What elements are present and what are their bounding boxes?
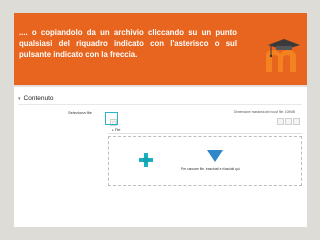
section-title: Contenuto <box>23 95 54 102</box>
instruction-banner: .... o copiandolo da un archivio cliccan… <box>14 13 307 85</box>
folder-name: File <box>114 128 121 132</box>
view-list-icon[interactable] <box>285 118 292 125</box>
drop-hint-text: Per caricare file, trascinali e rilascia… <box>181 167 241 171</box>
highlight-box <box>105 112 118 125</box>
asterisk-plus-icon <box>139 153 153 167</box>
view-mode-buttons <box>277 118 300 125</box>
select-file-label: Seleziona file <box>68 110 92 115</box>
instruction-text: .... o copiandolo da un archivio cliccan… <box>19 28 237 59</box>
divider <box>18 104 302 105</box>
section-header[interactable]: ▾ Contenuto <box>18 95 54 102</box>
view-icons-icon[interactable] <box>277 118 284 125</box>
max-size-note: Dimensione massima dei nuovi file: 100MB <box>234 110 295 114</box>
filepicker-toolbar: ▢ ▸File <box>108 115 302 134</box>
slide: .... o copiandolo da un archivio cliccan… <box>0 0 320 240</box>
moodle-screenshot: ▾ Contenuto Seleziona file Dimensione mas… <box>14 86 307 227</box>
moodle-logo-icon <box>266 39 300 72</box>
view-tree-icon[interactable] <box>293 118 300 125</box>
download-arrow-icon <box>207 150 223 162</box>
file-drop-zone[interactable]: Per caricare file, trascinali e rilascia… <box>108 136 302 186</box>
folder-path[interactable]: ▸File <box>112 128 120 132</box>
folder-caret-icon: ▸ <box>112 128 114 132</box>
collapse-caret-icon[interactable]: ▾ <box>18 96 21 102</box>
